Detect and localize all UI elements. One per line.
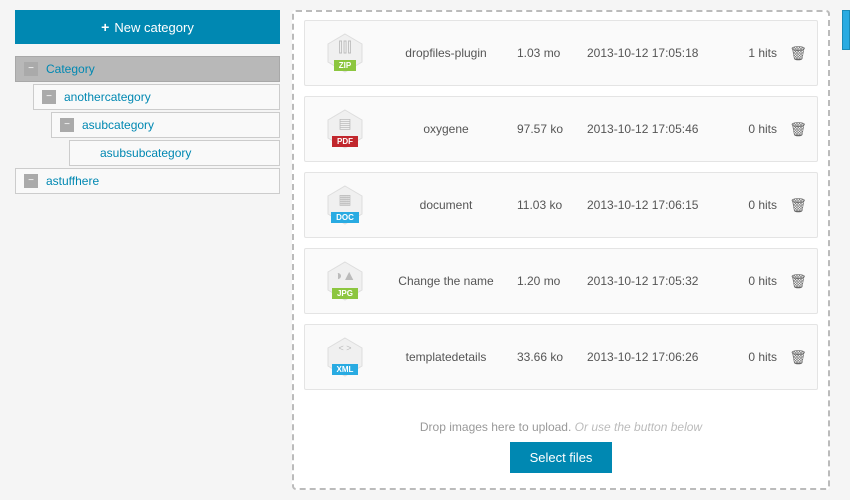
side-panel-sliver[interactable] — [842, 10, 850, 50]
file-hits: 0 hits — [727, 350, 777, 364]
pdf-glyph-icon: ▤ — [338, 115, 351, 132]
file-list: ⫿⫿⫿ZIPdropfiles-plugin1.03 mo2013-10-12 … — [304, 20, 818, 400]
tree-node-label: astuffhere — [46, 174, 99, 188]
file-icon: ◑▲ JPG — [315, 261, 375, 301]
file-panel: ⫿⫿⫿ZIPdropfiles-plugin1.03 mo2013-10-12 … — [292, 10, 830, 490]
trash-icon[interactable]: 🗑 — [777, 273, 807, 290]
file-icon: ⫿⫿⫿ ZIP — [315, 33, 375, 73]
trash-icon[interactable]: 🗑 — [777, 197, 807, 214]
drop-text-main: Drop images here to upload. — [420, 420, 571, 434]
file-date: 2013-10-12 17:06:15 — [587, 198, 727, 212]
drop-area[interactable]: Drop images here to upload. Or use the b… — [304, 400, 818, 483]
select-files-button[interactable]: Select files — [510, 442, 613, 473]
file-name[interactable]: Change the name — [375, 274, 517, 288]
file-date: 2013-10-12 17:06:26 — [587, 350, 727, 364]
collapse-icon[interactable]: − — [42, 90, 56, 104]
tree-node-anothercategory[interactable]: −anothercategory — [33, 84, 280, 110]
tree-node-asubsubcategory[interactable]: asubsubcategory — [69, 140, 280, 166]
tree-node-label: asubcategory — [82, 118, 154, 132]
tree-node-asubcategory[interactable]: −asubcategory — [51, 112, 280, 138]
file-name[interactable]: document — [375, 198, 517, 212]
tree-node-category[interactable]: −Category — [15, 56, 280, 82]
file-type-badge: XML — [332, 364, 359, 375]
xml-glyph-icon: < > — [338, 343, 351, 353]
tree-node-label: Category — [46, 62, 95, 76]
file-type-badge: DOC — [331, 212, 359, 223]
file-row[interactable]: ▦ DOC document11.03 ko2013-10-12 17:06:150… — [304, 172, 818, 238]
file-icon: ▤ PDF — [315, 109, 375, 149]
trash-icon[interactable]: 🗑 — [777, 45, 807, 62]
plus-icon: + — [101, 19, 109, 35]
file-size: 1.20 mo — [517, 274, 587, 288]
file-date: 2013-10-12 17:05:46 — [587, 122, 727, 136]
tree-node-label: anothercategory — [64, 90, 151, 104]
new-category-button[interactable]: + New category — [15, 10, 280, 44]
file-type-badge: PDF — [332, 136, 358, 147]
main-container: + New category −Category−anothercategory… — [0, 0, 850, 500]
file-hits: 0 hits — [727, 122, 777, 136]
file-hits: 0 hits — [727, 198, 777, 212]
jpg-glyph-icon: ◑▲ — [334, 267, 356, 283]
file-row[interactable]: < > XML templatedetails33.66 ko2013-10-12 … — [304, 324, 818, 390]
collapse-icon[interactable]: − — [24, 174, 38, 188]
left-panel: + New category −Category−anothercategory… — [15, 10, 280, 490]
trash-icon[interactable]: 🗑 — [777, 349, 807, 366]
doc-glyph-icon: ▦ — [338, 191, 351, 208]
file-name[interactable]: oxygene — [375, 122, 517, 136]
file-date: 2013-10-12 17:05:18 — [587, 46, 727, 60]
file-size: 1.03 mo — [517, 46, 587, 60]
file-size: 33.66 ko — [517, 350, 587, 364]
file-type-badge: ZIP — [334, 60, 356, 71]
file-date: 2013-10-12 17:05:32 — [587, 274, 727, 288]
file-name[interactable]: templatedetails — [375, 350, 517, 364]
file-icon: < > XML — [315, 337, 375, 377]
collapse-icon[interactable]: − — [24, 62, 38, 76]
tree-node-label: asubsubcategory — [100, 146, 191, 160]
new-category-label: New category — [114, 20, 193, 35]
file-row[interactable]: ▤ PDF oxygene97.57 ko2013-10-12 17:05:460 … — [304, 96, 818, 162]
file-size: 97.57 ko — [517, 122, 587, 136]
file-row[interactable]: ◑▲ JPG Change the name1.20 mo2013-10-12 17… — [304, 248, 818, 314]
file-icon: ▦ DOC — [315, 185, 375, 225]
file-row[interactable]: ⫿⫿⫿ ZIP dropfiles-plugin1.03 mo2013-10-12 … — [304, 20, 818, 86]
file-hits: 0 hits — [727, 274, 777, 288]
file-hits: 1 hits — [727, 46, 777, 60]
file-size: 11.03 ko — [517, 198, 587, 212]
drop-text-hint: Or use the button below — [575, 420, 702, 434]
drop-text: Drop images here to upload. Or use the b… — [304, 420, 818, 434]
category-tree: −Category−anothercategory−asubcategoryas… — [15, 56, 280, 194]
file-type-badge: JPG — [332, 288, 358, 299]
file-name[interactable]: dropfiles-plugin — [375, 46, 517, 60]
tree-node-astuffhere[interactable]: −astuffhere — [15, 168, 280, 194]
trash-icon[interactable]: 🗑 — [777, 121, 807, 138]
collapse-icon[interactable]: − — [60, 118, 74, 132]
zip-glyph-icon: ⫿⫿⫿ — [338, 39, 351, 56]
